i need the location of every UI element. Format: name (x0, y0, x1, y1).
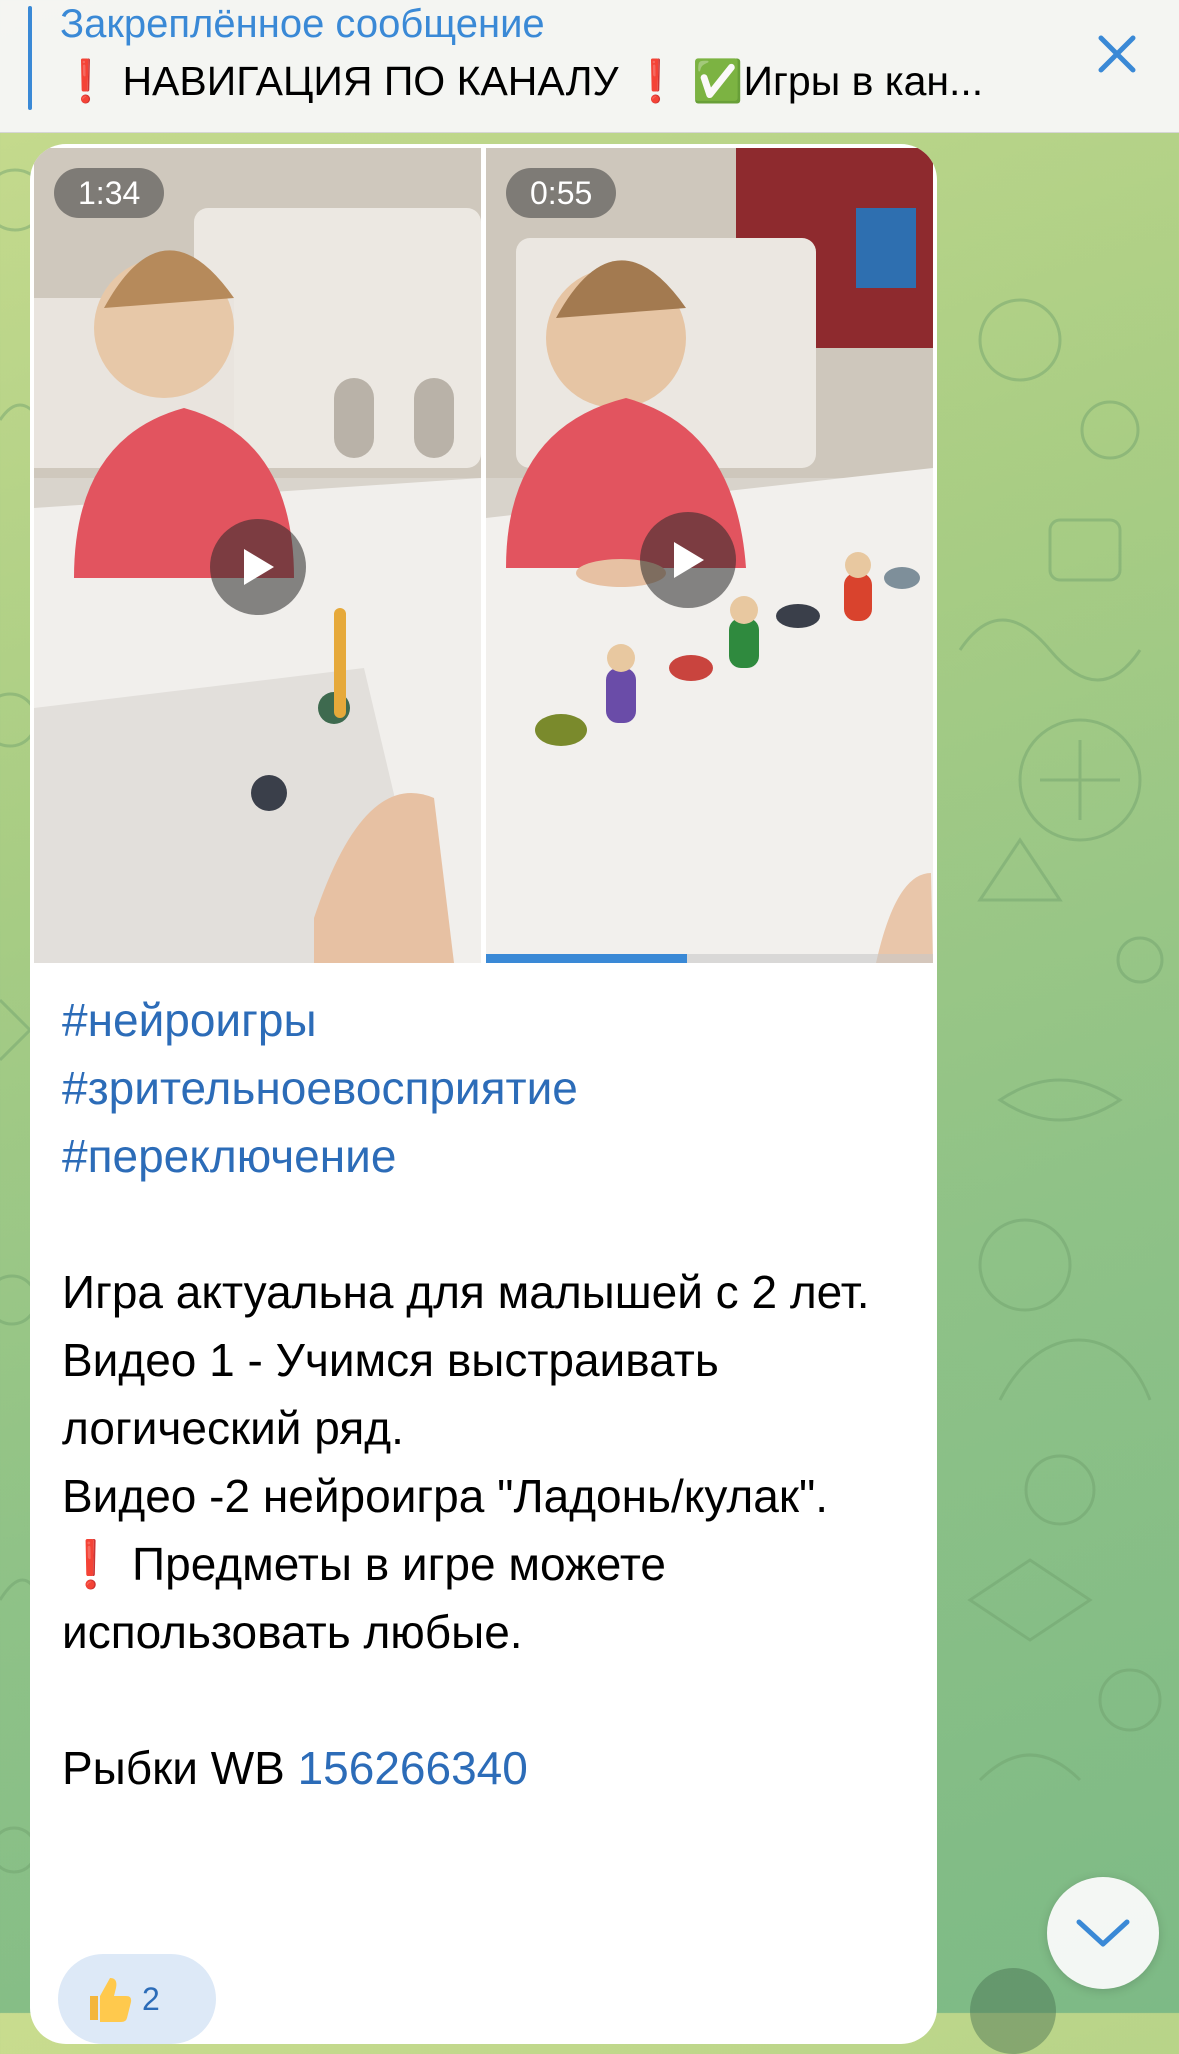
hashtag-link[interactable]: #переключение (62, 1122, 912, 1190)
message-paragraph: Видео -2 нейроигра "Ладонь/кулак". (62, 1470, 829, 1522)
media-album: 1:34 0:55 (34, 148, 933, 963)
message-paragraph: ❗️ Предметы в игре можете использовать л… (62, 1538, 666, 1658)
chevron-down-icon (1076, 1919, 1130, 1947)
pinned-accent-line (28, 6, 32, 110)
play-button-1[interactable] (210, 519, 306, 615)
video-thumbnail-1[interactable]: 1:34 (34, 148, 481, 963)
pinned-text: ❗️ НАВИГАЦИЯ ПО КАНАЛУ ❗️ ✅Игры в кан... (60, 58, 984, 104)
video-duration-1: 1:34 (54, 168, 165, 218)
product-link[interactable]: 156266340 (298, 1742, 528, 1794)
message-bubble: 1:34 0:55 #нейроигры #зрительноевосприят… (30, 144, 937, 2044)
product-line: Рыбки WB 156266340 (62, 1734, 912, 1802)
pinned-title: Закреплённое сообщение (60, 2, 545, 46)
message-paragraph: Игра актуальна для малышей с 2 лет. (62, 1266, 870, 1318)
scroll-down-button[interactable] (1047, 1877, 1159, 1989)
thumbs-up-icon (90, 1978, 132, 2022)
share-button[interactable] (970, 1968, 1056, 2054)
hashtag-link[interactable]: #зрительноевосприятие (62, 1054, 912, 1122)
close-icon (1098, 35, 1136, 73)
message-paragraph: Видео 1 - Учимся выстраивать логический … (62, 1334, 719, 1454)
close-pinned-button[interactable] (1085, 22, 1149, 86)
pinned-message-bar[interactable]: Закреплённое сообщение ❗️ НАВИГАЦИЯ ПО К… (0, 0, 1179, 133)
hashtag-link[interactable]: #нейроигры (62, 986, 912, 1054)
reaction-chip[interactable]: 2 (58, 1954, 216, 2044)
video-progress-fill (486, 954, 688, 963)
play-button-2[interactable] (640, 512, 736, 608)
video-thumbnail-2[interactable]: 0:55 (486, 148, 933, 963)
play-icon (674, 542, 704, 578)
product-label: Рыбки WB (62, 1742, 298, 1794)
play-icon (244, 549, 274, 585)
message-text: #нейроигры #зрительноевосприятие #перекл… (62, 986, 912, 1802)
video-progress-bar[interactable] (486, 954, 933, 963)
reaction-count: 2 (142, 1980, 160, 2017)
video-duration-2: 0:55 (506, 168, 617, 218)
